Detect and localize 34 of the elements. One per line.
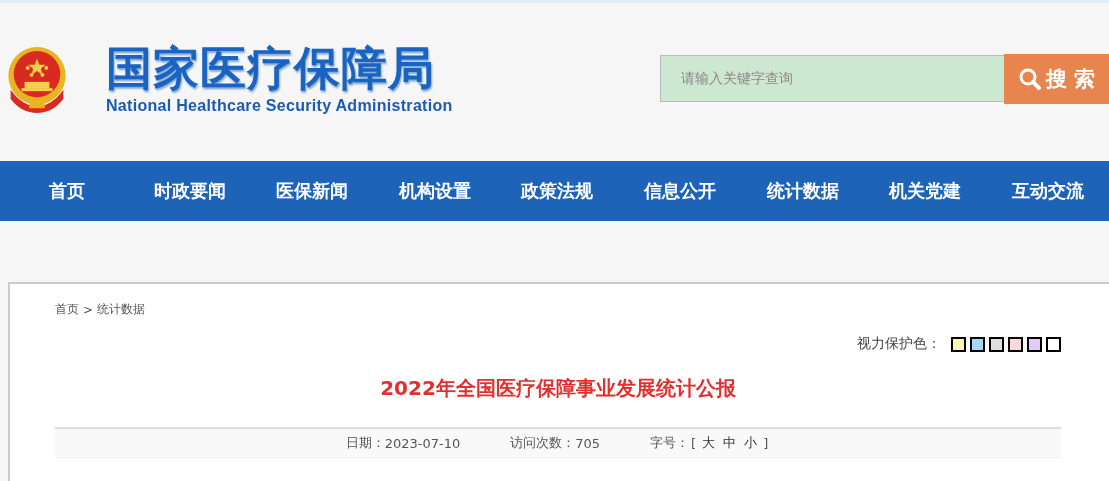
color-swatch[interactable] — [1046, 336, 1061, 352]
color-swatch[interactable] — [1027, 336, 1042, 352]
font-size-link[interactable]: 中 — [723, 434, 737, 452]
nav-link[interactable]: 政策法规 — [521, 179, 594, 203]
bracket: [ — [691, 435, 697, 451]
breadcrumb-separator: > — [83, 302, 94, 317]
nav-link[interactable]: 首页 — [49, 179, 86, 203]
visits-value: 705 — [575, 435, 601, 451]
site-subtitle: National Healthcare Security Administration — [106, 97, 453, 115]
visits-label: 访问次数： — [510, 434, 576, 452]
font-size-link[interactable]: 小 — [744, 434, 758, 452]
color-swatch[interactable] — [970, 336, 985, 352]
nav-link[interactable]: 统计数据 — [766, 179, 839, 203]
nav-link[interactable]: 信息公开 — [644, 179, 717, 203]
search-icon — [1017, 66, 1042, 91]
search-field[interactable]: 请输入关键字查询 — [660, 54, 1004, 102]
font-size-link[interactable]: 大 — [702, 434, 716, 452]
color-swatch[interactable] — [951, 336, 966, 352]
breadcrumb-link[interactable]: 首页 — [55, 301, 79, 318]
article-title: 2022年全国医疗保障事业发展统计公报 — [380, 375, 736, 402]
font-size-label: 字号： — [650, 434, 690, 452]
nav-link[interactable]: 机关党建 — [889, 179, 962, 203]
site-title: 国家医疗保障局 — [106, 41, 436, 95]
date-value: 2023-07-10 — [384, 435, 461, 451]
nav-link[interactable]: 互动交流 — [1011, 179, 1084, 203]
color-swatch[interactable] — [989, 336, 1004, 352]
nav-link[interactable]: 机构设置 — [398, 179, 471, 203]
nav-link[interactable]: 医保新闻 — [276, 179, 349, 203]
nav-link[interactable]: 时政要闻 — [153, 179, 226, 203]
bracket: ] — [763, 435, 769, 451]
eye-care-label: 视力保护色： — [857, 335, 941, 353]
color-swatch[interactable] — [1008, 336, 1023, 352]
breadcrumb-link[interactable]: 统计数据 — [97, 301, 146, 318]
date-label: 日期： — [345, 434, 385, 452]
